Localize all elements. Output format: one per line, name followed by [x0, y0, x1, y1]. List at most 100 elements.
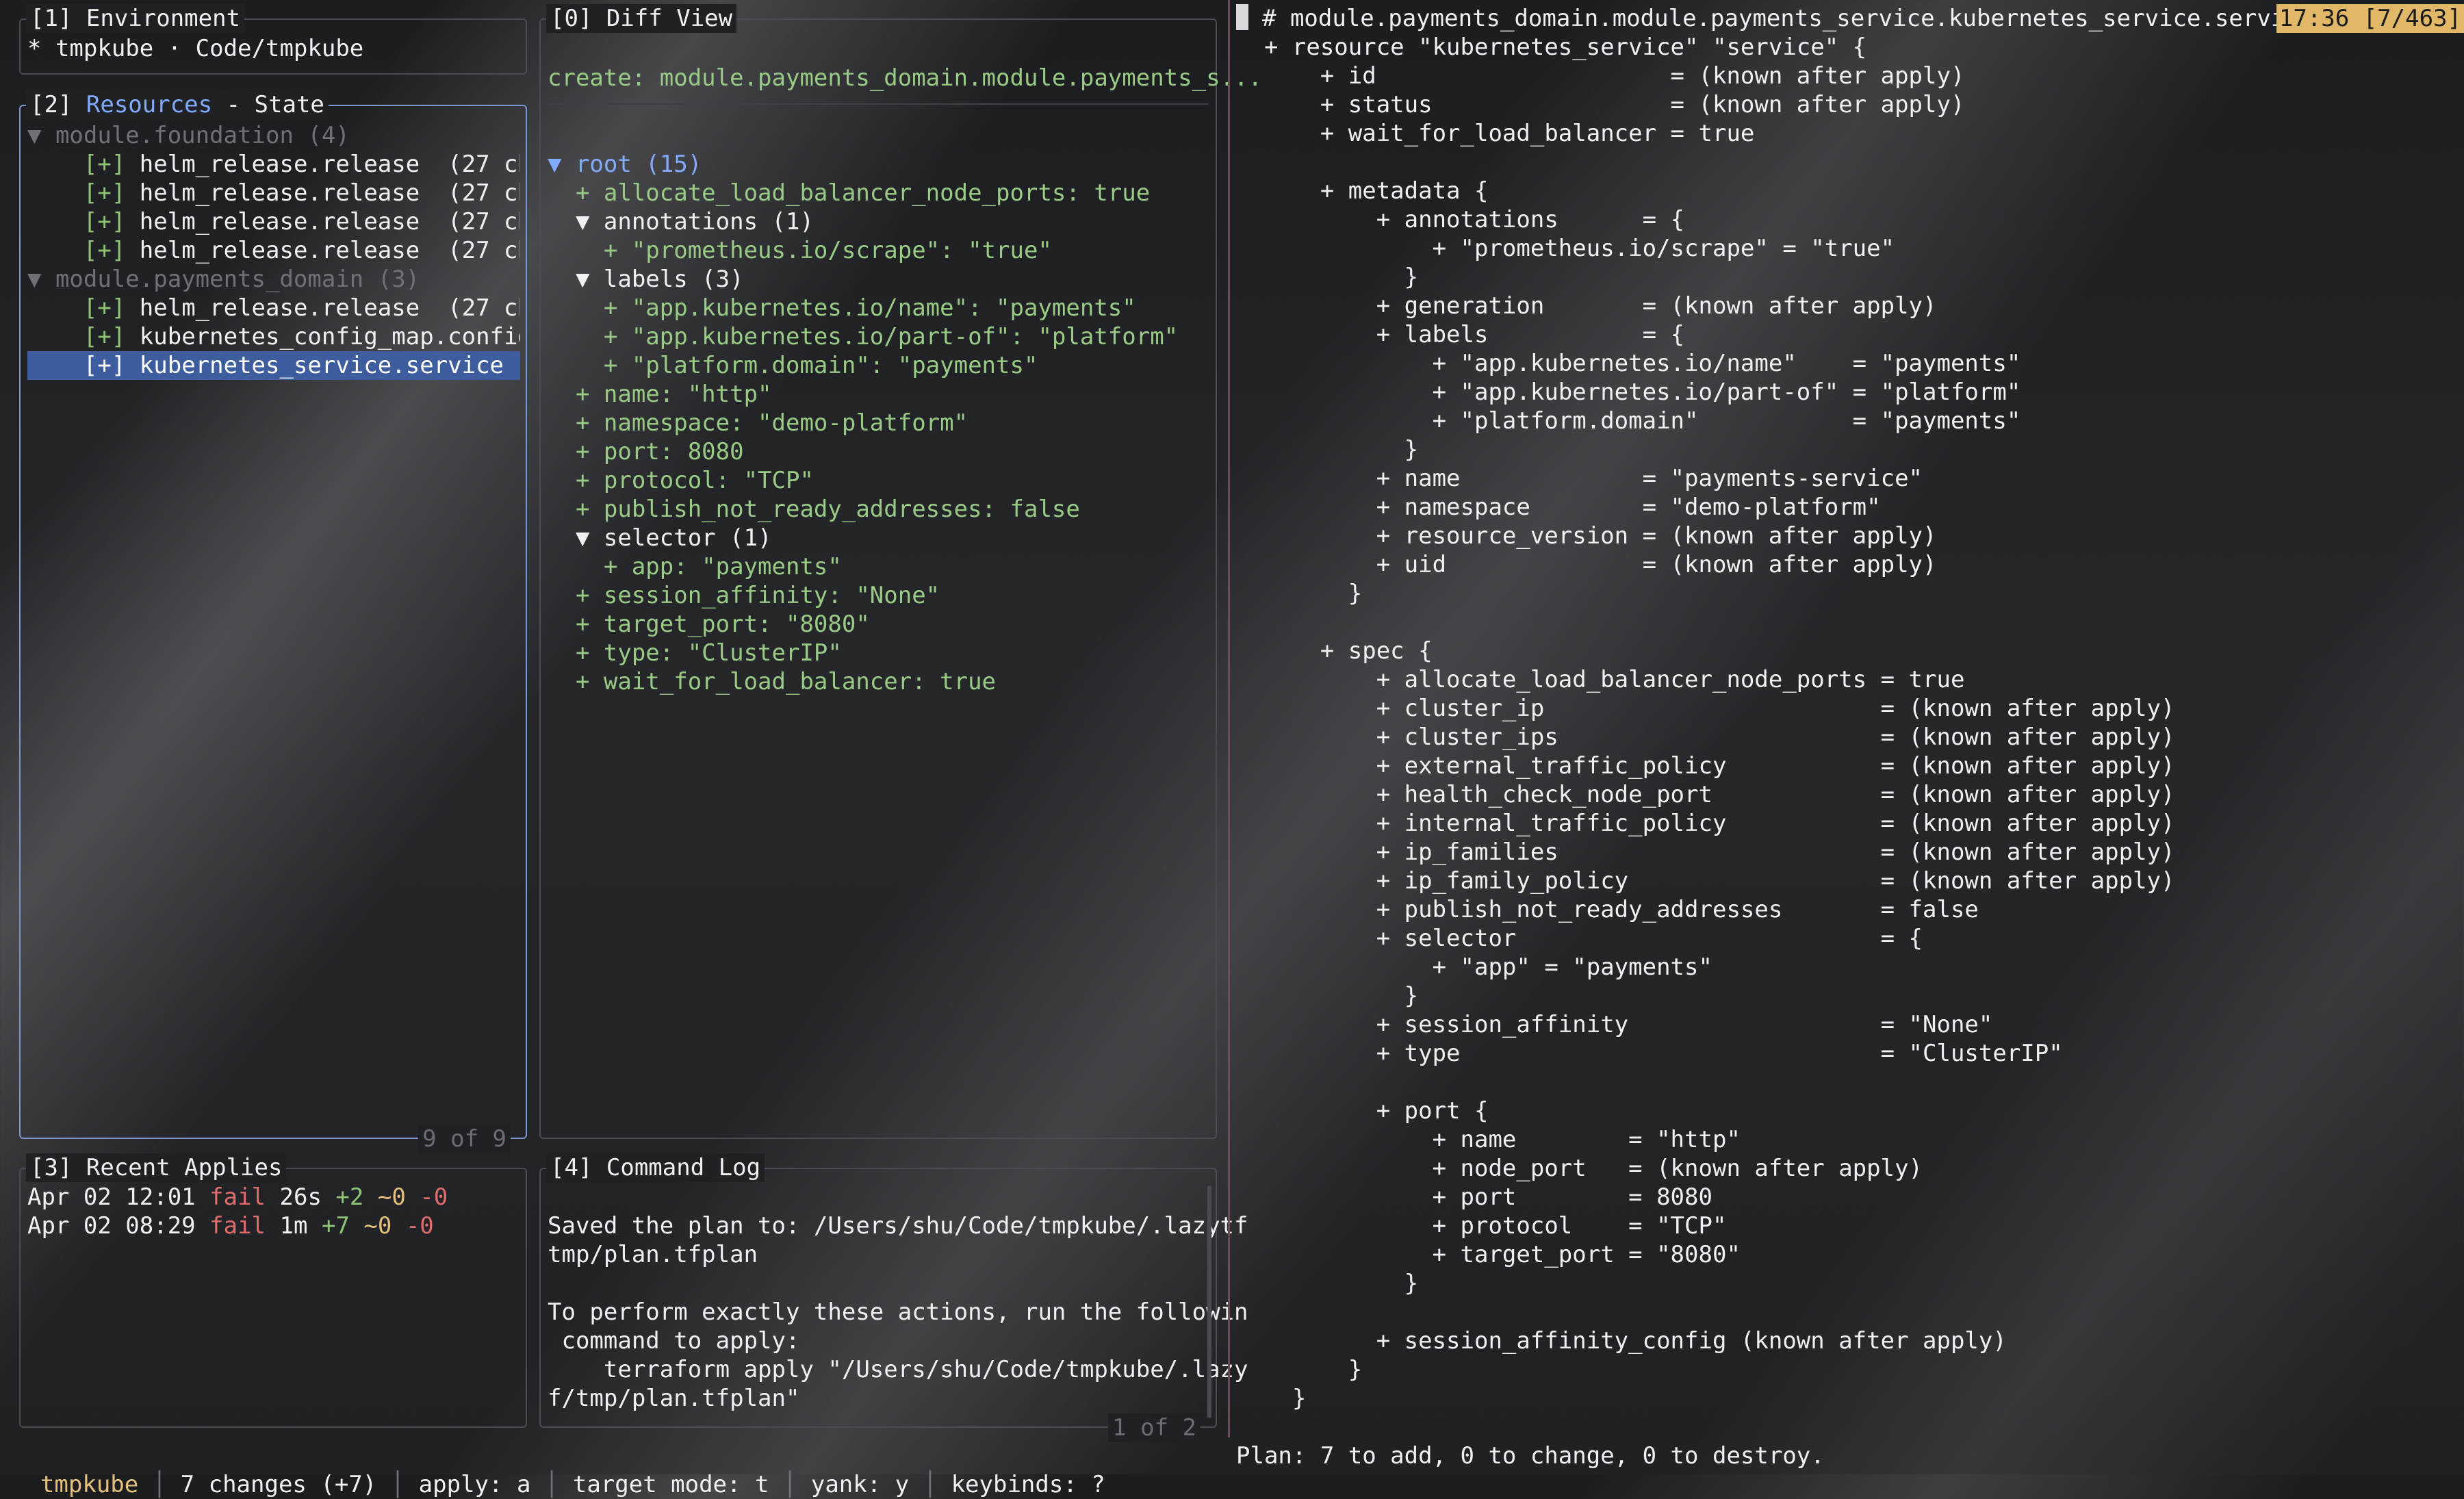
apply-changed: ~0	[363, 1212, 392, 1240]
plan-line: + generation = (known after apply)	[1236, 292, 1937, 320]
resource-group-foundation[interactable]: ▼ module.foundation (4)	[27, 121, 520, 150]
resource-item[interactable]: [+] helm_release.release (27 chan	[27, 236, 520, 265]
diff-node-labels[interactable]: ▼ labels (3)	[548, 265, 744, 294]
status-separator: │	[138, 1471, 181, 1498]
status-yank-hint: yank: y	[810, 1471, 910, 1498]
resources-title-index: [2]	[30, 91, 86, 118]
apply-entry[interactable]: Apr 02 08:29 fail 1m +7 ~0 -0	[27, 1212, 520, 1240]
plan-line: }	[1236, 580, 1363, 607]
resource-item[interactable]: [+] helm_release.release (27 chan	[27, 207, 520, 236]
add-marker: [+]	[83, 179, 126, 207]
split-divider[interactable]	[1228, 0, 1230, 1437]
status-target-hint: target mode: t	[572, 1471, 769, 1498]
apply-entry[interactable]: Apr 02 12:01 fail 26s +2 ~0 -0	[27, 1183, 520, 1212]
resource-item[interactable]: [+] helm_release.release (27 chan	[27, 179, 520, 207]
resource-item[interactable]: [+] helm_release.release (27 chan	[27, 294, 520, 322]
plan-line: + status = (known after apply)	[1236, 91, 1965, 118]
status-separator: │	[376, 1471, 419, 1498]
plan-output[interactable]: # module.payments_domain.module.payments…	[1236, 0, 2464, 1437]
resources-title-suffix: - State	[212, 91, 324, 118]
resources-pane[interactable]: [2] Resources - State ▼ module.foundatio…	[19, 90, 527, 1153]
status-keybinds-hint: keybinds: ?	[951, 1471, 1105, 1498]
plan-line: + spec {	[1236, 637, 1433, 665]
plan-header: # module.payments_domain.module.payments…	[1262, 5, 2355, 32]
plan-line: + "prometheus.io/scrape" = "true"	[1236, 235, 1895, 262]
plan-line: + "app.kubernetes.io/name" = "payments"	[1236, 350, 2021, 377]
plan-line: + type = "ClusterIP"	[1236, 1040, 2063, 1067]
plan-line: + cluster_ips = (known after apply)	[1236, 723, 2175, 751]
status-changes: 7 changes (+7)	[180, 1471, 377, 1498]
status-separator: │	[909, 1471, 951, 1498]
resource-item-label: helm_release.release (27 chan	[139, 294, 520, 322]
add-marker: [+]	[83, 237, 126, 264]
apply-date: Apr 02 08:29	[27, 1212, 196, 1240]
diff-line: + port: 8080	[548, 438, 744, 465]
resources-pane-title: [2] Resources - State	[26, 90, 329, 119]
plan-line: + target_port = "8080"	[1236, 1241, 1741, 1268]
add-marker: [+]	[83, 323, 126, 350]
resource-item-label: helm_release.release (27 chan	[139, 237, 520, 264]
add-marker: [+]	[83, 208, 126, 235]
diff-line: + protocol: "TCP"	[548, 467, 814, 494]
command-log-title: [4] Command Log	[546, 1153, 765, 1182]
resource-item-label: helm_release.release (27 chan	[139, 179, 520, 207]
resource-item[interactable]: [+] helm_release.release (27 chan	[27, 150, 520, 179]
environment-current[interactable]: * tmpkube · Code/tmpkube	[27, 34, 363, 63]
plan-line: + "app.kubernetes.io/part-of" = "platfor…	[1236, 379, 2021, 406]
add-marker: [+]	[83, 151, 126, 178]
recent-applies-title: [3] Recent Applies	[26, 1153, 287, 1182]
plan-line: + publish_not_ready_addresses = false	[1236, 896, 1979, 923]
recent-applies-pane[interactable]: [3] Recent Applies Apr 02 12:01 fail 26s…	[19, 1153, 527, 1428]
diff-line: + type: "ClusterIP"	[548, 639, 842, 667]
resource-group-payments-domain[interactable]: ▼ module.payments_domain (3)	[27, 265, 520, 294]
diff-node-annotations[interactable]: ▼ annotations (1)	[548, 207, 814, 236]
plan-line: + metadata {	[1236, 177, 1489, 205]
resource-item-label: kubernetes_service.service (1	[139, 352, 520, 379]
environment-pane-title: [1] Environment	[26, 4, 245, 33]
command-log-scrollbar[interactable]	[1207, 1186, 1211, 1418]
resources-title-main: Resources	[86, 91, 213, 118]
plan-line: }	[1236, 1385, 1307, 1412]
plan-line: + internal_traffic_policy = (known after…	[1236, 810, 2175, 837]
resource-item-selected[interactable]: [+] kubernetes_service.service (1	[27, 351, 520, 380]
add-marker: [+]	[83, 294, 126, 322]
diff-line: + app: "payments"	[548, 553, 842, 580]
command-log-pane[interactable]: [4] Command Log Saved the plan to: /User…	[539, 1153, 1248, 1442]
apply-added: +7	[321, 1212, 350, 1240]
plan-summary: Plan: 7 to add, 0 to change, 0 to destro…	[1236, 1442, 1825, 1470]
plan-line: + "platform.domain" = "payments"	[1236, 407, 2021, 435]
diff-view-pane[interactable]: [0] Diff View create: module.payments_do…	[539, 4, 1262, 1139]
plan-line: + allocate_load_balancer_node_ports = tr…	[1236, 666, 1965, 693]
plan-line: + session_affinity = "None"	[1236, 1011, 1993, 1038]
log-line: command to apply:	[548, 1327, 800, 1355]
diff-header-divider	[548, 103, 1209, 105]
plan-line: }	[1236, 1270, 1419, 1297]
apply-changed: ~0	[377, 1183, 406, 1211]
plan-line: + ip_family_policy = (known after apply)	[1236, 867, 2175, 895]
status-separator: │	[769, 1471, 811, 1498]
diff-line: + "app.kubernetes.io/name": "payments"	[548, 294, 1136, 322]
environment-pane[interactable]: [1] Environment * tmpkube · Code/tmpkube	[19, 4, 527, 75]
plan-line: + annotations = {	[1236, 206, 1685, 233]
plan-line: + port {	[1236, 1097, 1489, 1125]
plan-line: + name = "http"	[1236, 1126, 1741, 1153]
resource-item[interactable]: [+] kubernetes_config_map.config_m	[27, 322, 520, 351]
plan-line: }	[1236, 436, 1419, 463]
plan-line: + cluster_ip = (known after apply)	[1236, 695, 2175, 722]
resource-item-label: helm_release.release (27 chan	[139, 151, 520, 178]
apply-date: Apr 02 12:01	[27, 1183, 196, 1211]
plan-line: }	[1236, 1356, 1363, 1383]
log-line: tmp/plan.tfplan	[548, 1241, 758, 1268]
plan-line: + "app" = "payments"	[1236, 953, 1712, 981]
diff-line: + session_affinity: "None"	[548, 582, 940, 609]
status-separator: │	[530, 1471, 573, 1498]
diff-line: + "app.kubernetes.io/part-of": "platform…	[548, 323, 1179, 350]
log-line: f/tmp/plan.tfplan"	[548, 1385, 800, 1412]
status-app-name: tmpkube	[40, 1471, 139, 1498]
diff-root-node[interactable]: ▼ root (15)	[548, 150, 702, 179]
log-line: terraform apply "/Users/shu/Code/tmpkube…	[548, 1356, 1248, 1383]
diff-node-selector[interactable]: ▼ selector (1)	[548, 524, 772, 552]
plan-line: + name = "payments-service"	[1236, 465, 1923, 492]
resource-item-label: kubernetes_config_map.config_m	[139, 323, 520, 350]
plan-line: + protocol = "TCP"	[1236, 1212, 1727, 1240]
